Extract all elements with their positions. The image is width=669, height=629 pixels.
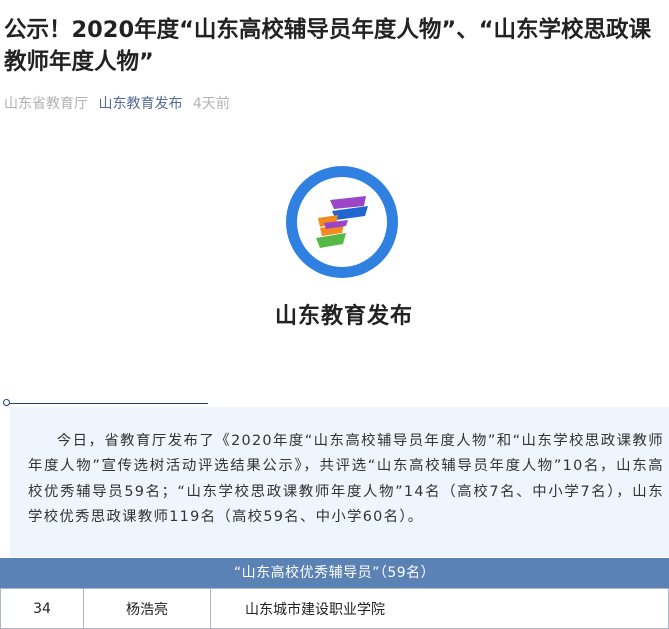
brand-logo: 山东教育发布 [270,160,418,340]
row-number: 34 [0,588,84,629]
intro-box: 今日，省教育厅发布了《2020年度“山东高校辅导员年度人物”和“山东学校思政课教… [10,407,669,557]
table-header: “山东高校优秀辅导员”（59名） [0,558,669,588]
row-name: 杨浩亮 [83,588,211,629]
winners-table: 34 杨浩亮 山东城市建设职业学院 [0,588,669,629]
row-school: 山东城市建设职业学院 [210,588,669,629]
table-row: 34 杨浩亮 山东城市建设职业学院 [0,588,669,629]
publish-time: 4天前 [192,96,230,112]
intro-paragraph: 今日，省教育厅发布了《2020年度“山东高校辅导员年度人物”和“山东学校思政课教… [28,433,664,525]
article-title: 公示！2020年度“山东高校辅导员年度人物”、“山东学校思政课教师年度人物” [4,17,651,75]
brand-name: 山东教育发布 [274,303,413,329]
shandong-education-emblem-icon [286,166,398,278]
article-source: 山东省教育厅 [4,96,88,112]
divider-dot-icon [3,399,10,406]
article-meta: 山东省教育厅 山东教育发布 4天前 [4,94,230,114]
section-divider [4,403,208,404]
account-link[interactable]: 山东教育发布 [98,96,182,112]
